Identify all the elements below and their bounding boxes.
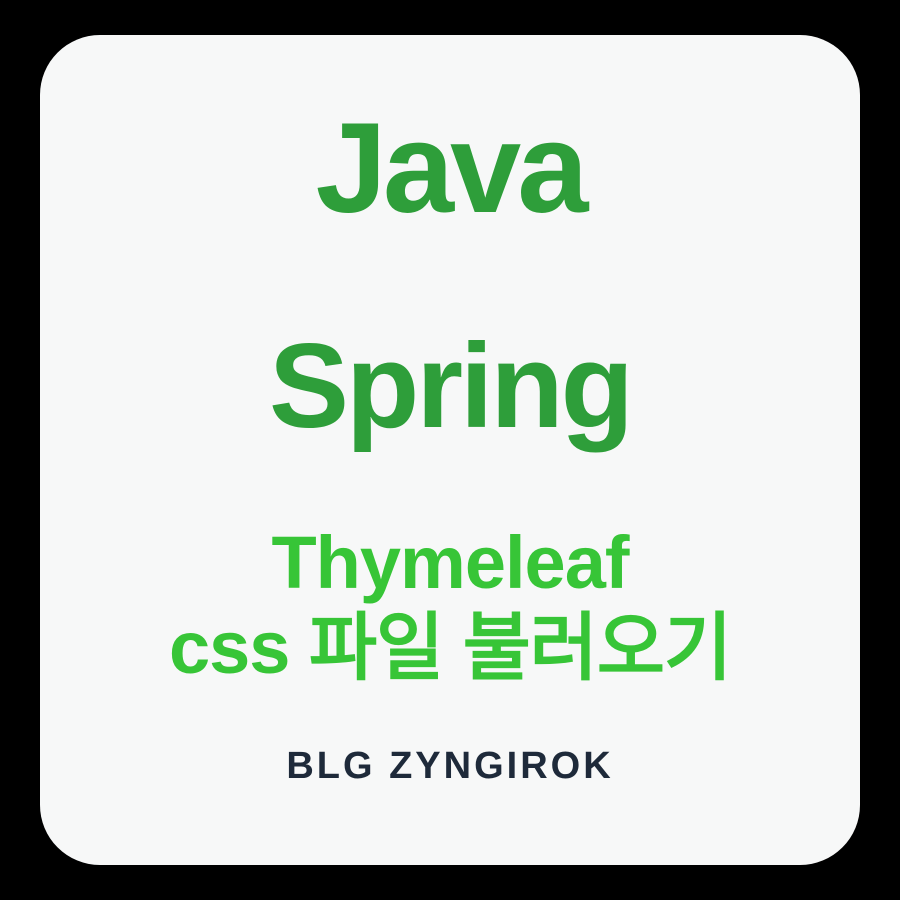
title-spring: Spring bbox=[269, 317, 631, 455]
thumbnail-card: Java Spring Thymeleaf css 파일 불러오기 BLG ZY… bbox=[40, 35, 860, 865]
footer-credit: BLG ZYNGIROK bbox=[286, 745, 613, 788]
subtitle-line-1: Thymeleaf bbox=[271, 520, 628, 605]
subtitle-line-2: css 파일 불러오기 bbox=[169, 605, 731, 690]
title-java: Java bbox=[316, 95, 585, 242]
